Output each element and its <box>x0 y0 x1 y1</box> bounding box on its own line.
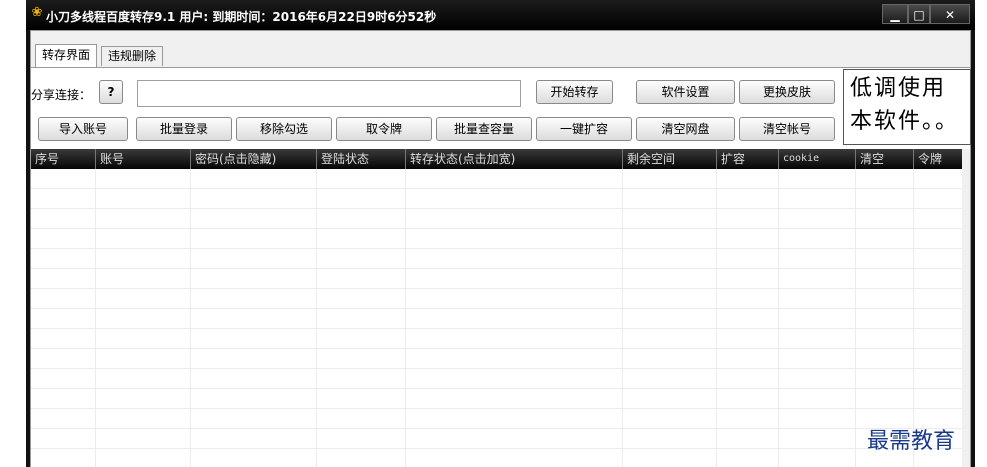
import-accounts-button[interactable]: 导入账号 <box>38 117 128 141</box>
column-header[interactable]: 扩容 <box>716 149 778 169</box>
share-link-input[interactable] <box>137 80 521 107</box>
tab-transfer[interactable]: 转存界面 <box>35 44 98 68</box>
column-header[interactable]: 清空 <box>855 149 913 169</box>
table-row[interactable] <box>31 249 970 269</box>
table-header: 序号 账号 密码(点击隐藏) 登陆状态 转存状态(点击加宽) 剩余空间 扩容 c… <box>31 149 970 169</box>
accounts-table: 序号 账号 密码(点击隐藏) 登陆状态 转存状态(点击加宽) 剩余空间 扩容 c… <box>31 149 970 467</box>
column-header[interactable]: 账号 <box>95 149 190 169</box>
column-header[interactable]: 序号 <box>31 149 95 169</box>
minimize-button[interactable]: ▁ <box>882 4 908 24</box>
remove-checked-button[interactable]: 移除勾选 <box>236 117 332 141</box>
title-bar[interactable]: ❀ 小刀多线程百度转存9.1 用户: 到期时间：2016年6月22日9时6分52… <box>26 0 975 30</box>
close-button[interactable]: ✕ <box>930 4 970 24</box>
table-row[interactable] <box>31 389 970 409</box>
app-window: ❀ 小刀多线程百度转存9.1 用户: 到期时间：2016年6月22日9时6分52… <box>26 0 975 467</box>
table-body[interactable] <box>31 169 970 467</box>
table-row[interactable] <box>31 409 970 429</box>
transfer-panel: 分享连接： ? 开始转存 软件设置 更换皮肤 导入账号 批量登录 移除勾选 取令… <box>31 67 971 467</box>
table-row[interactable] <box>31 269 970 289</box>
table-row[interactable] <box>31 309 970 329</box>
clear-netdisk-button[interactable]: 清空网盘 <box>636 117 735 141</box>
one-click-expand-button[interactable]: 一键扩容 <box>536 117 632 141</box>
column-header[interactable]: cookie <box>778 149 855 169</box>
table-row[interactable] <box>31 429 970 449</box>
help-button[interactable]: ? <box>99 80 123 104</box>
screen-edge <box>975 0 987 467</box>
table-row[interactable] <box>31 169 970 189</box>
clear-accounts-button[interactable]: 清空帐号 <box>739 117 835 141</box>
table-row[interactable] <box>31 209 970 229</box>
tab-violation-delete[interactable]: 违规删除 <box>101 46 164 66</box>
column-header[interactable]: 密码(点击隐藏) <box>190 149 316 169</box>
table-row[interactable] <box>31 349 970 369</box>
maximize-button[interactable]: □ <box>908 4 930 24</box>
batch-login-button[interactable]: 批量登录 <box>136 117 232 141</box>
change-skin-button[interactable]: 更换皮肤 <box>739 80 835 104</box>
table-row[interactable] <box>31 229 970 249</box>
column-header[interactable]: 转存状态(点击加宽) <box>405 149 622 169</box>
table-row[interactable] <box>31 369 970 389</box>
batch-check-capacity-button[interactable]: 批量查容量 <box>436 117 532 141</box>
client-area: 转存界面 违规删除 分享连接： ? 开始转存 软件设置 更换皮肤 导入账号 批量… <box>30 30 971 467</box>
column-header[interactable]: 登陆状态 <box>316 149 405 169</box>
table-row[interactable] <box>31 189 970 209</box>
column-header[interactable]: 剩余空间 <box>622 149 716 169</box>
table-row[interactable] <box>31 289 970 309</box>
get-token-button[interactable]: 取令牌 <box>336 117 432 141</box>
shell-logo-icon: ❀ <box>31 5 43 20</box>
software-settings-button[interactable]: 软件设置 <box>636 80 735 104</box>
table-row[interactable] <box>31 449 970 467</box>
share-link-label: 分享连接： <box>31 88 92 102</box>
window-title: 小刀多线程百度转存9.1 用户: 到期时间：2016年6月22日9时6分52秒 <box>46 10 437 24</box>
table-row[interactable] <box>31 329 970 349</box>
watermark: 最需教育 <box>867 429 956 454</box>
table-edge <box>962 149 970 467</box>
start-transfer-button[interactable]: 开始转存 <box>536 80 613 104</box>
notice-banner: 低调使用本软件。。 <box>843 69 971 145</box>
